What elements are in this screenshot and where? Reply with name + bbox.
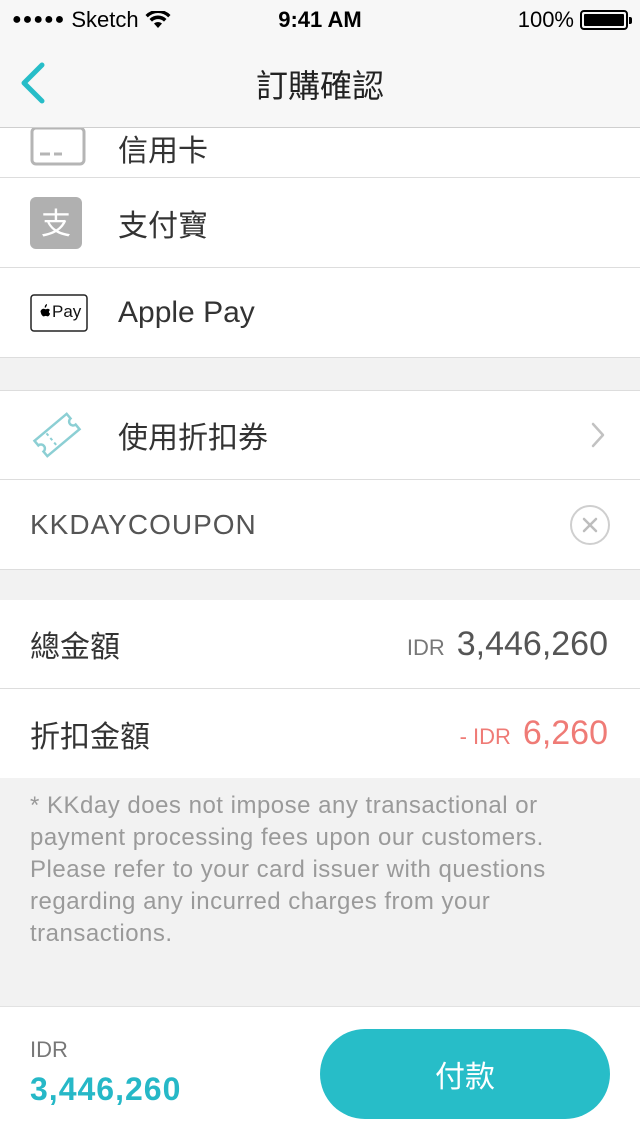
page-title: 訂購確認 bbox=[255, 67, 384, 104]
payment-label-apple-pay: Apple Pay bbox=[118, 295, 255, 329]
payment-label-credit-card: 信用卡 bbox=[118, 135, 208, 168]
discount-amount: 6,260 bbox=[522, 714, 608, 752]
coupon-label: 使用折扣券 bbox=[118, 422, 268, 455]
total-amount: 3,446,260 bbox=[456, 624, 608, 663]
nav-bar: 訂購確認 bbox=[0, 40, 640, 128]
battery-percent: 100% bbox=[517, 7, 574, 32]
payment-label-alipay: 支付寶 bbox=[118, 209, 208, 243]
footer-amount: 3,446,260 bbox=[30, 1071, 182, 1107]
credit-card-icon bbox=[30, 126, 86, 166]
checkout-bar: IDR 3,446,260 付款 bbox=[0, 1006, 640, 1138]
battery-info: 100% bbox=[517, 7, 632, 33]
discount-value: - IDR 6,260 bbox=[460, 714, 608, 753]
alipay-icon: 支 bbox=[30, 196, 82, 249]
discount-label: 折扣金額 bbox=[30, 720, 150, 754]
coupon-code-field[interactable]: KKDAYCOUPON bbox=[30, 509, 257, 541]
total-currency: IDR bbox=[406, 634, 445, 660]
apple-pay-icon: Pay bbox=[30, 293, 88, 332]
chevron-right-icon bbox=[591, 422, 605, 448]
chevron-left-icon bbox=[21, 62, 45, 104]
discount-amount-row: 折扣金額 - IDR 6,260 bbox=[0, 689, 640, 778]
payment-option-apple-pay[interactable]: Pay Apple Pay bbox=[0, 268, 640, 358]
coupon-code-row: KKDAYCOUPON bbox=[0, 480, 640, 570]
fee-disclaimer: * KKday does not impose any transactiona… bbox=[30, 792, 546, 947]
discount-currency: - IDR bbox=[459, 724, 511, 749]
payment-option-alipay[interactable]: 支 支付寶 bbox=[0, 178, 640, 268]
total-amount-row: 總金額 IDR 3,446,260 bbox=[0, 600, 640, 689]
total-label: 總金額 bbox=[30, 631, 120, 664]
back-button[interactable] bbox=[12, 58, 52, 108]
total-value: IDR 3,446,260 bbox=[407, 625, 608, 664]
pay-button[interactable]: 付款 bbox=[320, 1029, 610, 1119]
section-gap-2 bbox=[0, 571, 640, 600]
coupon-ticket-icon bbox=[30, 408, 84, 462]
svg-text:支: 支 bbox=[41, 207, 71, 242]
battery-icon bbox=[580, 10, 632, 30]
footer-currency: IDR bbox=[30, 1037, 68, 1062]
close-icon bbox=[582, 517, 598, 532]
status-bar: ●●●●● Sketch 9:41 AM 100% bbox=[0, 0, 640, 40]
coupon-row[interactable]: 使用折扣券 bbox=[0, 390, 640, 480]
apple-pay-badge-text: Pay bbox=[52, 301, 82, 321]
clear-coupon-button[interactable] bbox=[570, 504, 610, 545]
section-gap bbox=[0, 358, 640, 390]
